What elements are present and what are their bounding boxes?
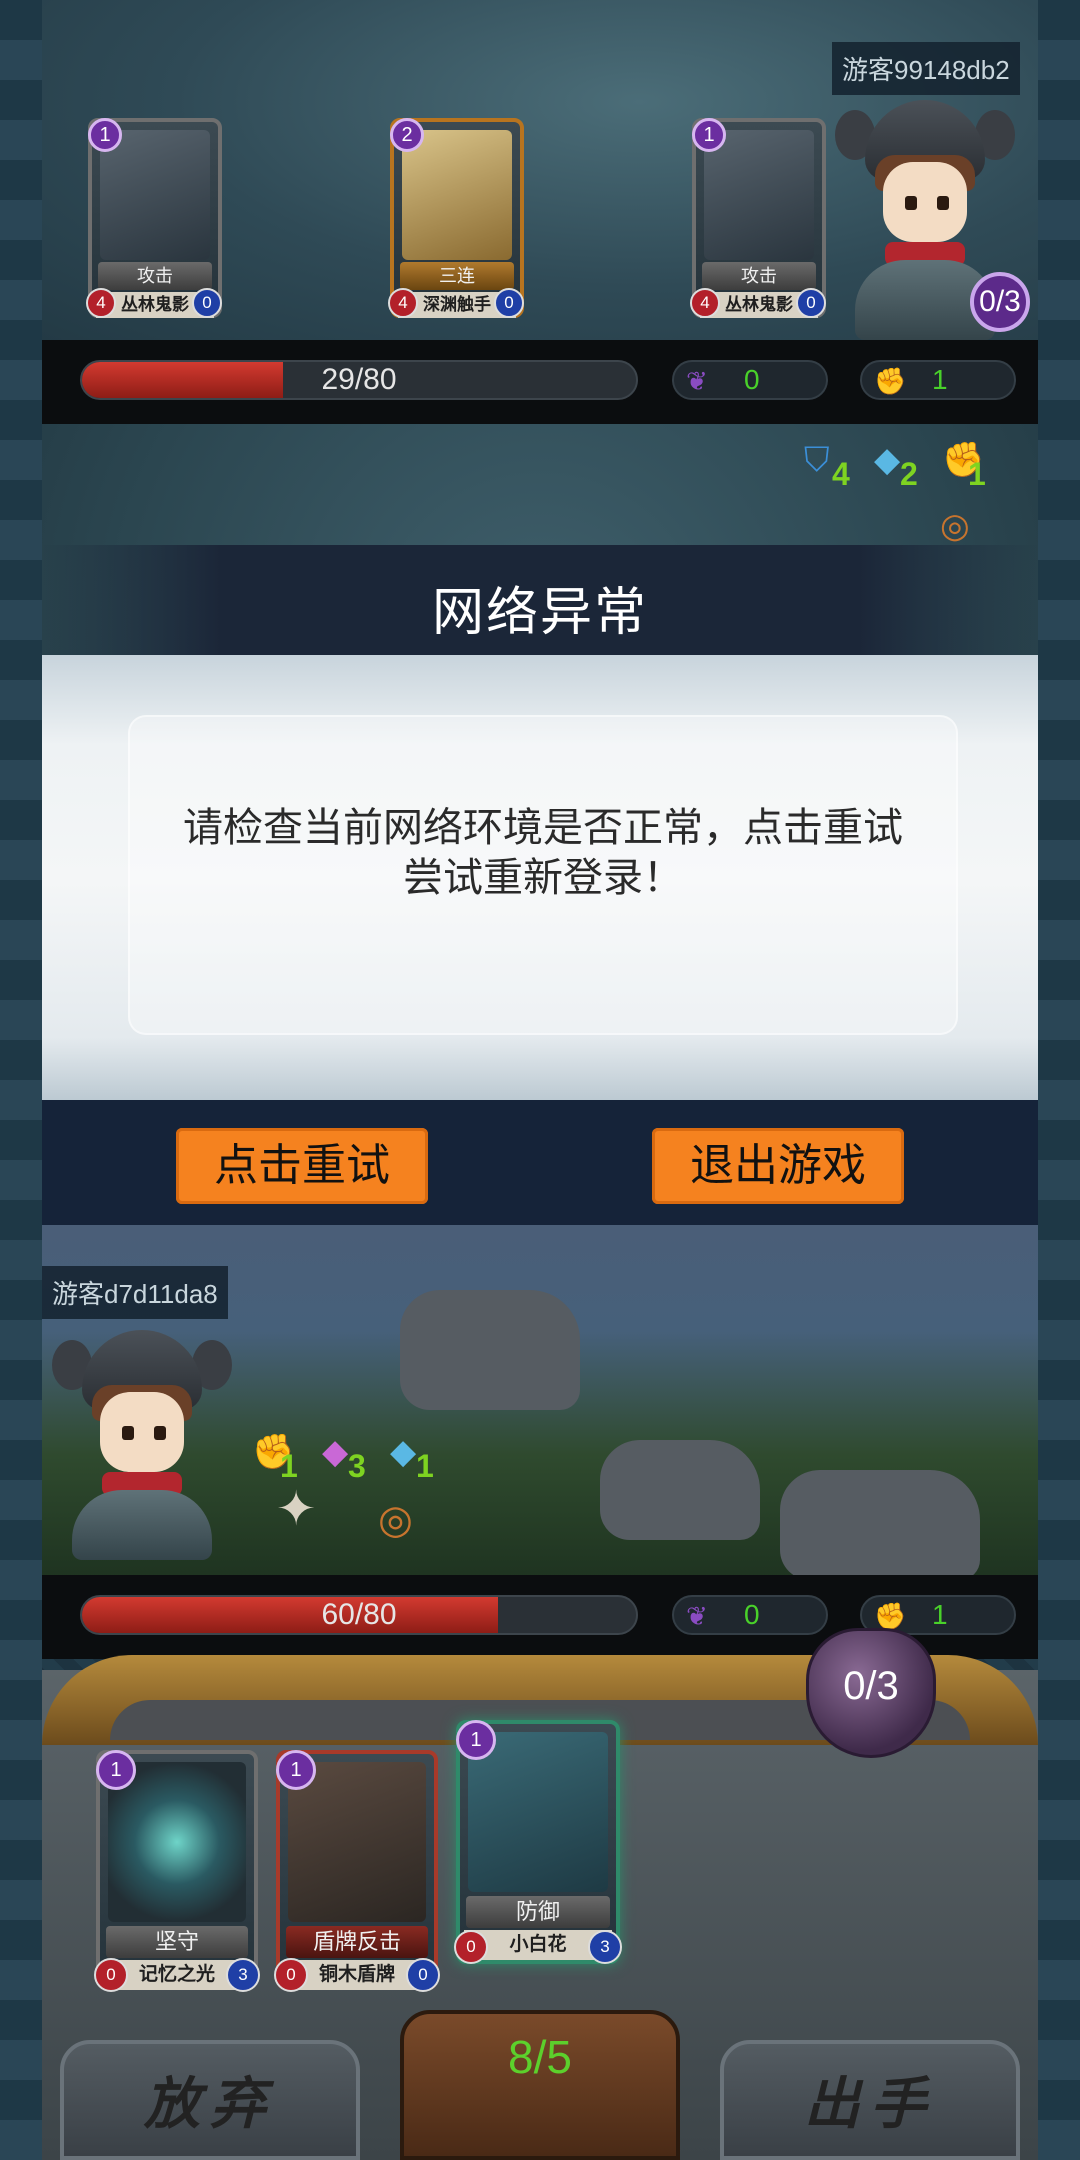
card-art [402, 130, 512, 260]
card-title: 坚守 [106, 1926, 248, 1958]
player-hp-text: 60/80 [321, 1598, 397, 1631]
fist-icon: ✊ [874, 1601, 907, 1631]
card-cost-badge: 1 [96, 1750, 136, 1790]
card-defense-gem: 0 [406, 1958, 440, 1992]
card-attack-gem: 4 [388, 288, 418, 318]
opponent-energy: ❦ 0 [672, 360, 828, 400]
dialog-message-line2: 尝试重新登录！ [403, 856, 683, 900]
card-defense-gem: 0 [192, 288, 222, 318]
hand-card-3[interactable]: 防御 小白花 1 0 3 [454, 1720, 622, 1964]
eye [122, 1426, 134, 1440]
right-border [1038, 0, 1080, 2160]
player-energy: ❦ 0 [672, 1595, 828, 1635]
player-power-value: 1 [932, 1599, 948, 1630]
dialog-title: 网络异常 [431, 584, 648, 642]
body [72, 1490, 212, 1560]
opponent-power-value: 1 [932, 364, 948, 395]
leaf-icon: ❦ [686, 366, 708, 396]
play-button[interactable]: 出手 [720, 2040, 1020, 2160]
card-attack-gem: 0 [274, 1958, 308, 1992]
opponent-hp-bar: 29/80 [80, 360, 638, 400]
opponent-action-counter: 0/3 [970, 272, 1030, 332]
gem-icon: ◆ [322, 1433, 349, 1471]
player-hp-bar: 60/80 [80, 1595, 638, 1635]
face [883, 162, 967, 242]
leaf-icon: ❦ [686, 1601, 708, 1631]
opponent-energy-value: 0 [744, 364, 760, 395]
card-attack-gem: 4 [690, 288, 720, 318]
card-title: 攻击 [98, 262, 212, 290]
retry-button[interactable]: 点击重试 [176, 1128, 428, 1204]
rock [400, 1290, 580, 1410]
shield-icon: ⛉ [804, 441, 830, 479]
card-attack-gem: 0 [454, 1930, 488, 1964]
card-attack-gem: 4 [86, 288, 116, 318]
crystal-icon: ◆ [874, 441, 901, 479]
opponent-hp-text: 29/80 [321, 363, 397, 396]
opponent-card-1[interactable]: 攻击 丛林鬼影 1 4 0 [86, 118, 222, 318]
player-fist-value: 1 [280, 1448, 298, 1484]
card-cost-badge: 1 [692, 118, 726, 152]
card-art [108, 1762, 246, 1922]
card-defense-gem: 3 [226, 1958, 260, 1992]
hand-card-1[interactable]: 坚守 记忆之光 1 0 3 [94, 1750, 260, 1992]
eye [154, 1426, 166, 1440]
opponent-card-2[interactable]: 三连 深渊触手 2 4 0 [388, 118, 524, 318]
card-defense-gem: 0 [796, 288, 826, 318]
deck-count: 8/5 [508, 2031, 572, 2083]
bracelet-icon: ◎ [940, 507, 970, 545]
game-screen: 游客99148db2 0/3 攻击 丛林鬼影 1 4 0 三连 深渊触手 2 4… [0, 0, 1080, 2160]
card-cost-badge: 1 [88, 118, 122, 152]
face [100, 1392, 184, 1472]
opponent-name: 游客99148db2 [832, 42, 1020, 95]
opponent-power: ✊ 1 [860, 360, 1016, 400]
player-crystal-value: 1 [416, 1448, 434, 1484]
crystal-icon: ◆ [390, 1433, 417, 1471]
opponent-shield-value: 4 [832, 456, 850, 492]
hand-card-2[interactable]: 盾牌反击 铜木盾牌 1 0 0 [274, 1750, 440, 1992]
eye [905, 196, 917, 210]
rock [780, 1470, 980, 1580]
opponent-fist-value: 1 [968, 456, 986, 492]
left-border [0, 0, 42, 2160]
card-title: 三连 [400, 262, 514, 290]
card-cost-badge: 1 [456, 1720, 496, 1760]
card-cost-badge: 1 [276, 1750, 316, 1790]
card-art [704, 130, 814, 260]
bracelet-icon: ◎ [378, 1498, 413, 1542]
player-avatar[interactable] [52, 1330, 232, 1580]
card-defense-gem: 3 [588, 1930, 622, 1964]
card-art [288, 1762, 426, 1922]
exit-game-button[interactable]: 退出游戏 [652, 1128, 904, 1204]
opponent-card-3[interactable]: 攻击 丛林鬼影 1 4 0 [690, 118, 826, 318]
card-art [468, 1732, 608, 1892]
player-energy-value: 0 [744, 1599, 760, 1630]
opponent-stat-bar: 29/80 ❦ 0 ✊ 1 [42, 340, 1038, 424]
rock [600, 1440, 760, 1540]
opponent-crystal-value: 2 [900, 456, 918, 492]
discard-button[interactable]: 放弃 [60, 2040, 360, 2160]
card-title: 盾牌反击 [286, 1926, 428, 1958]
eye [937, 196, 949, 210]
fist-icon: ✊ [874, 366, 907, 396]
card-cost-badge: 2 [390, 118, 424, 152]
card-attack-gem: 0 [94, 1958, 128, 1992]
card-defense-gem: 0 [494, 288, 524, 318]
card-title: 防御 [466, 1896, 610, 1928]
player-gem-value: 3 [348, 1448, 366, 1484]
shuriken-icon: ✦ [276, 1483, 317, 1536]
player-name: 游客d7d11da8 [42, 1266, 228, 1319]
card-art [100, 130, 210, 260]
card-title: 攻击 [702, 262, 816, 290]
player-action-counter: 0/3 [843, 1664, 899, 1708]
